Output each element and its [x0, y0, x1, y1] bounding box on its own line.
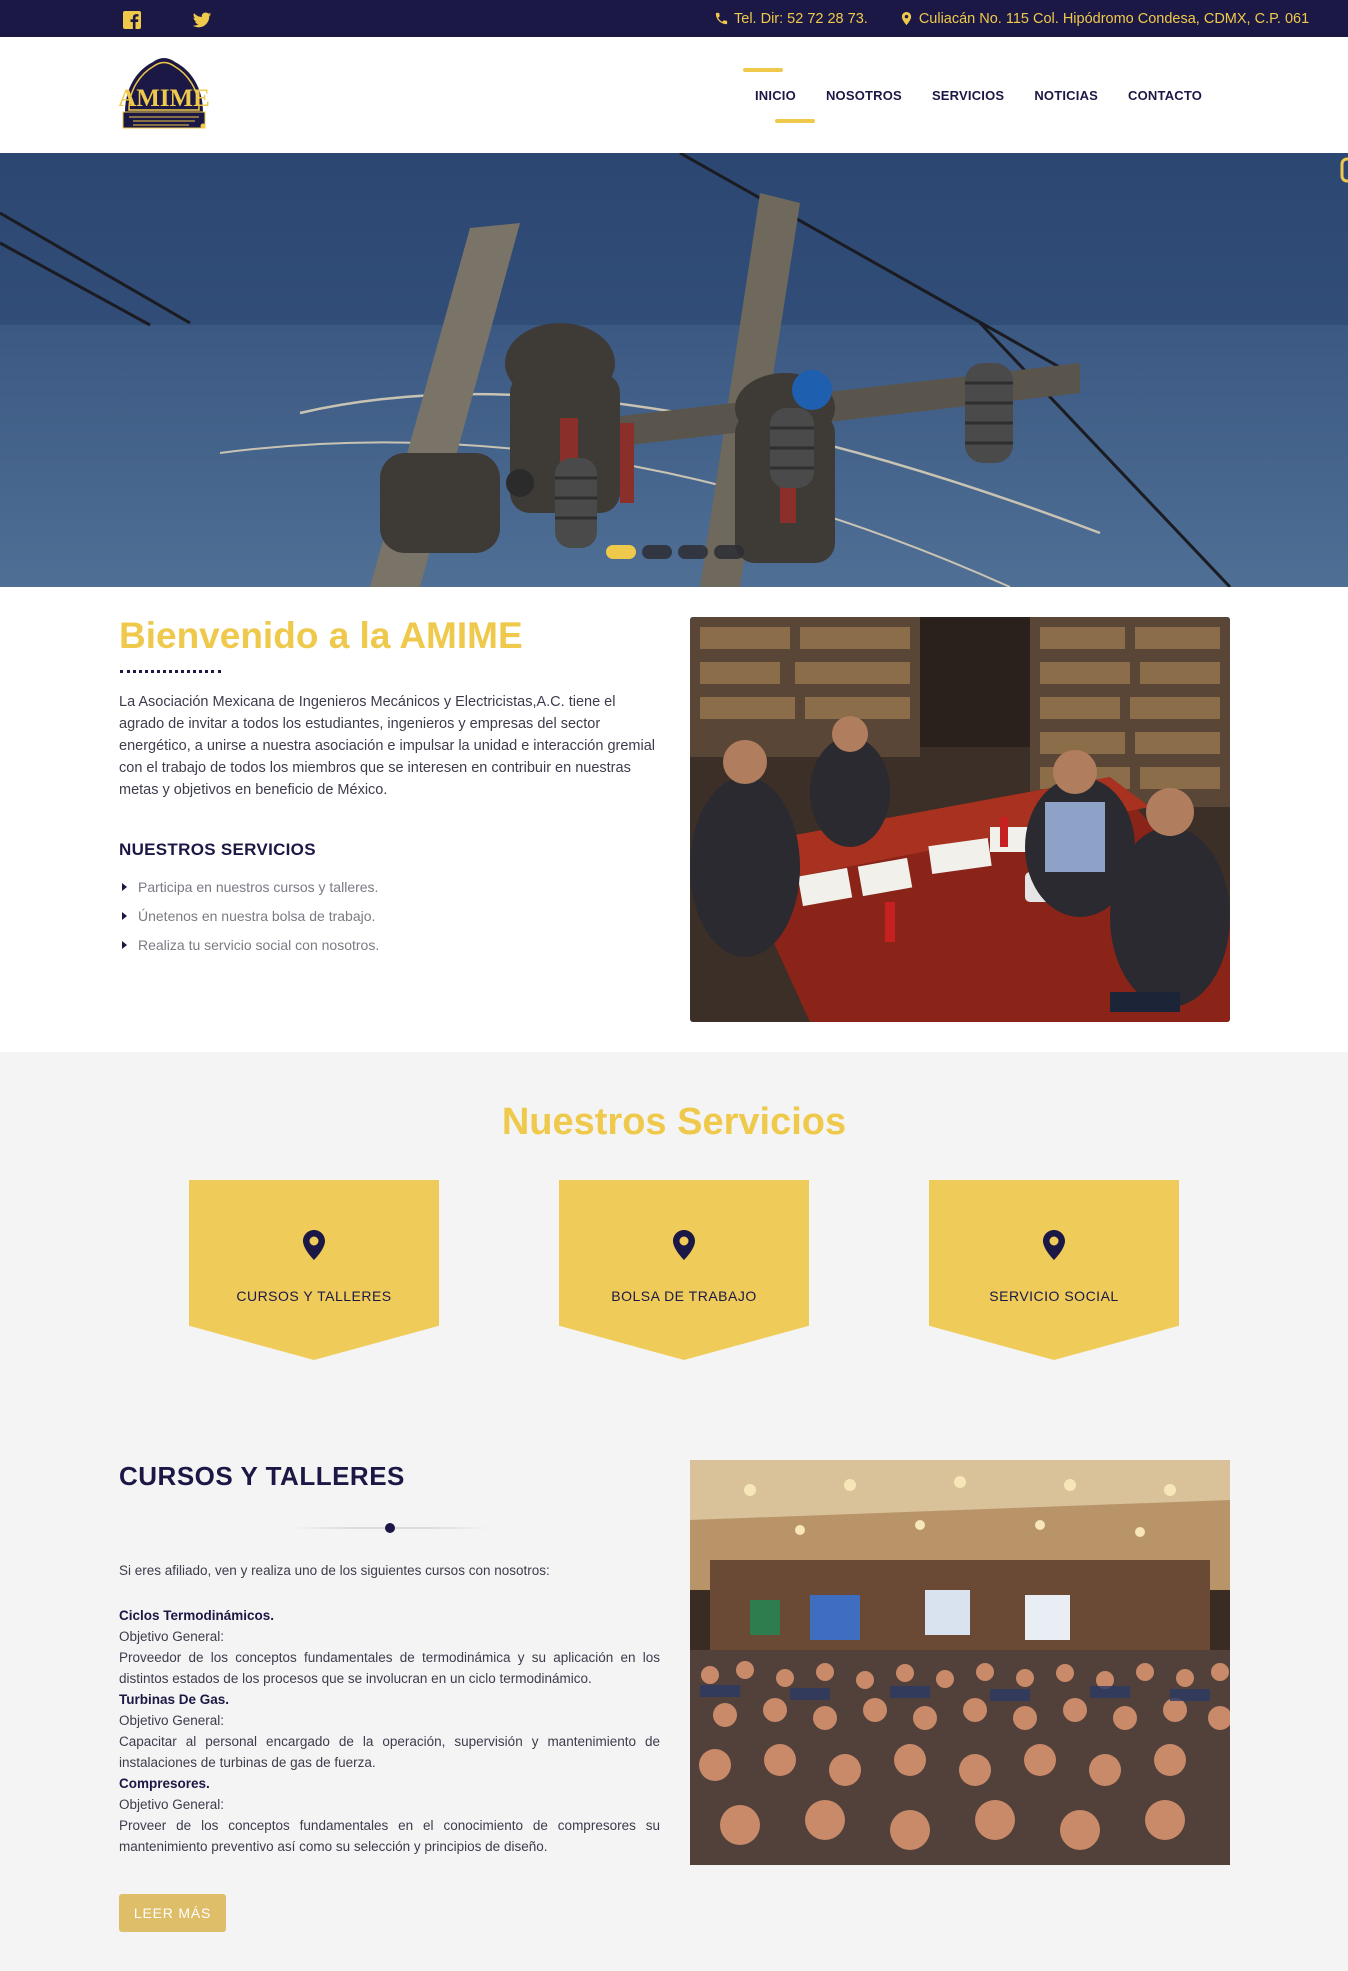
service-card-label: CURSOS Y TALLERES — [236, 1288, 392, 1304]
map-marker-icon — [303, 1230, 325, 1260]
courses-list: Ciclos Termodinámicos. Objetivo General:… — [119, 1605, 660, 1857]
phone-icon — [715, 12, 728, 25]
course-objective-label: Objetivo General: — [119, 1713, 225, 1728]
nav-item-contacto[interactable]: CONTACTO — [1113, 88, 1217, 103]
cursos-intro: Si eres afiliado, ven y realiza uno de l… — [119, 1563, 550, 1578]
service-card-bolsa[interactable]: BOLSA DE TRABAJO — [559, 1180, 809, 1360]
contact-info: Tel. Dir: 52 72 28 73. Culiacán No. 115 … — [714, 0, 1309, 37]
course-objective: Capacitar al personal encargado de la op… — [119, 1734, 660, 1770]
map-marker-icon — [1043, 1230, 1065, 1260]
course-name: Ciclos Termodinámicos. — [119, 1608, 275, 1623]
nav-item-servicios[interactable]: SERVICIOS — [917, 88, 1019, 103]
title-underline — [120, 670, 221, 673]
course-objective-label: Objetivo General: — [119, 1797, 225, 1812]
services-list: Participa en nuestros cursos y talleres.… — [122, 872, 379, 959]
service-card-label: BOLSA DE TRABAJO — [611, 1288, 757, 1304]
slider-dot[interactable] — [642, 545, 672, 559]
main-nav: INICIO NOSOTROS SERVICIOS NOTICIAS CONTA… — [740, 37, 1217, 153]
list-item: Únetenos en nuestra bolsa de trabajo. — [122, 901, 379, 930]
top-bar: Tel. Dir: 52 72 28 73. Culiacán No. 115 … — [0, 0, 1348, 37]
slider-dot[interactable] — [714, 545, 744, 559]
site-header: AMIME INICIO NOSOTROS SERVICIOS NOTICIAS… — [0, 37, 1348, 153]
nav-item-nosotros[interactable]: NOSOTROS — [811, 88, 917, 103]
course-objective: Proveer de los conceptos fundamentales e… — [119, 1818, 660, 1854]
phone-text: Tel. Dir: 52 72 28 73. — [734, 10, 868, 27]
services-heading: NUESTROS SERVICIOS — [119, 840, 316, 859]
facebook-icon[interactable] — [122, 10, 142, 30]
services-title: Nuestros Servicios — [501, 1101, 847, 1143]
slider-dot[interactable] — [678, 545, 708, 559]
hero-slider[interactable] — [0, 153, 1348, 587]
service-card-social[interactable]: SERVICIO SOCIAL — [929, 1180, 1179, 1360]
leer-mas-button[interactable]: LEER MÁS — [119, 1894, 226, 1932]
slider-dots — [606, 545, 744, 559]
conference-photo — [690, 1460, 1230, 1865]
list-item: Realiza tu servicio social con nosotros. — [122, 930, 379, 959]
welcome-title: Bienvenido a la AMIME — [119, 615, 523, 656]
amime-logo[interactable]: AMIME — [118, 50, 210, 140]
meeting-photo — [690, 617, 1230, 1022]
list-item: Participa en nuestros cursos y talleres. — [122, 872, 379, 901]
service-card-cursos[interactable]: CURSOS Y TALLERES — [189, 1180, 439, 1360]
course-objective: Proveedor de los conceptos fundamentales… — [119, 1650, 660, 1686]
logo-text: AMIME — [119, 85, 209, 112]
service-card-label: SERVICIO SOCIAL — [989, 1288, 1119, 1304]
twitter-icon[interactable] — [192, 10, 212, 30]
map-marker-icon — [901, 11, 911, 26]
slider-dot[interactable] — [606, 545, 636, 559]
course-name: Turbinas De Gas. — [119, 1692, 230, 1707]
address-text: Culiacán No. 115 Col. Hipódromo Condesa,… — [918, 10, 1310, 27]
cursos-title: CURSOS Y TALLERES — [119, 1461, 405, 1491]
nav-item-inicio[interactable]: INICIO — [740, 67, 815, 123]
welcome-text: La Asociación Mexicana de Ingenieros Mec… — [119, 694, 655, 798]
nav-item-noticias[interactable]: NOTICIAS — [1019, 88, 1113, 103]
divider-dot — [385, 1523, 395, 1533]
map-marker-icon — [673, 1230, 695, 1260]
hero-image — [0, 153, 1348, 587]
course-name: Compresores. — [119, 1776, 210, 1791]
course-objective-label: Objetivo General: — [119, 1629, 225, 1644]
